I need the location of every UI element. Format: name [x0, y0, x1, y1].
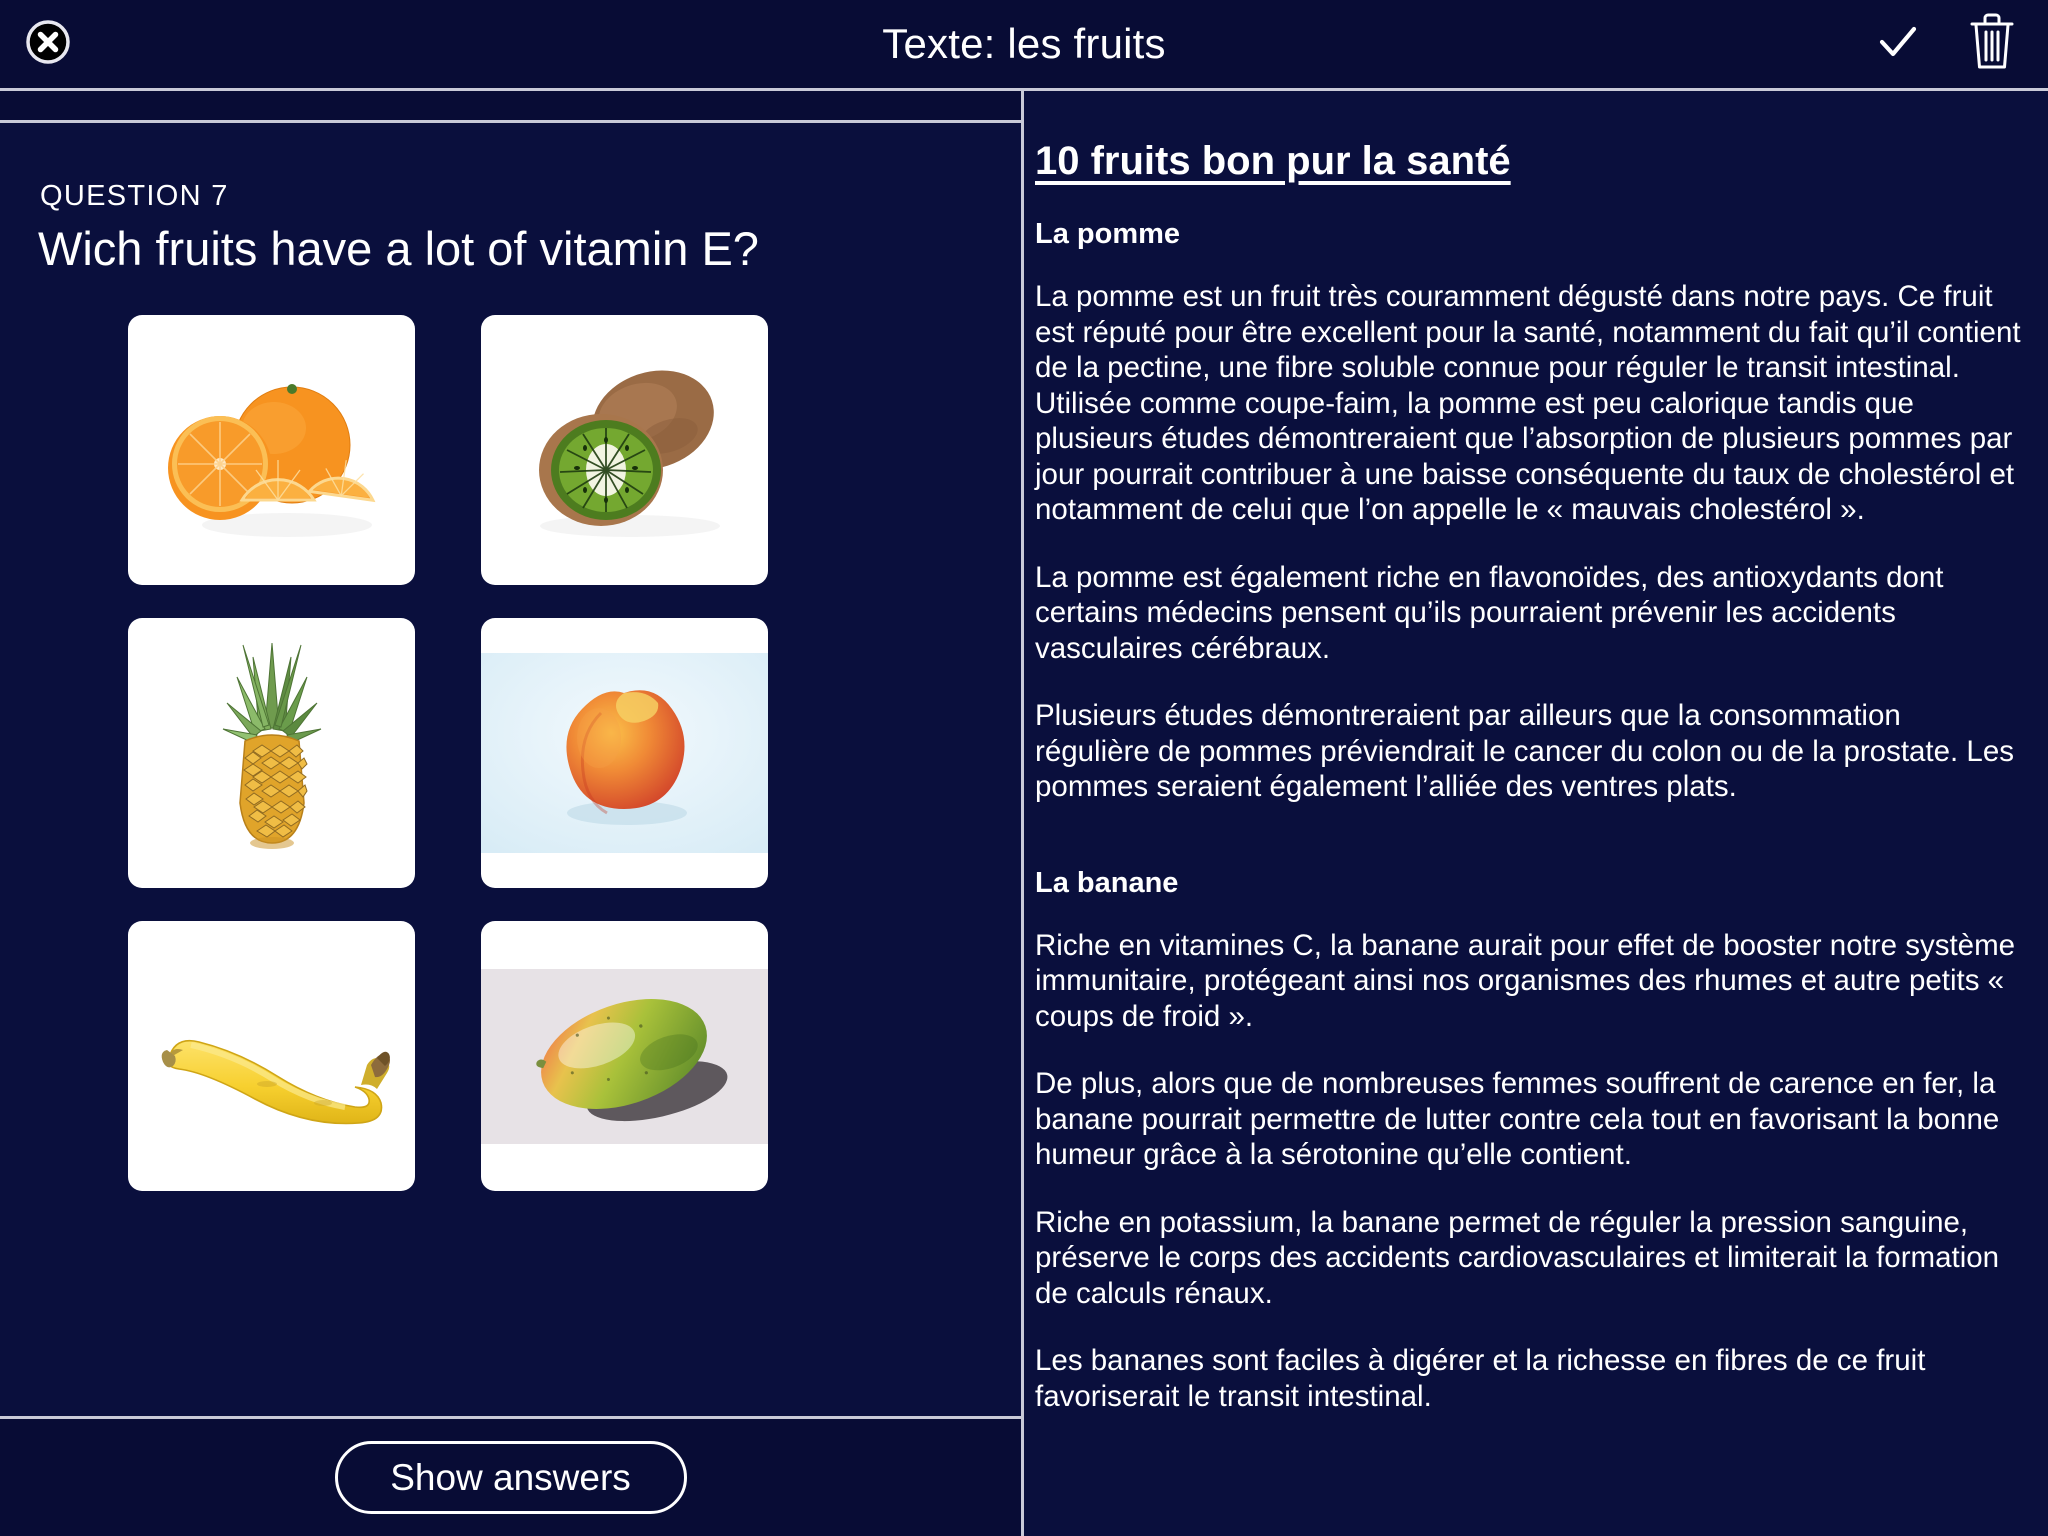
- banana-image: [161, 1039, 390, 1125]
- paragraph: Riche en vitamines C, la banane aurait p…: [1035, 928, 2016, 1033]
- answers-bar: Show answers: [0, 1419, 1021, 1536]
- mango-image: [481, 968, 768, 1144]
- answer-options-grid: [128, 315, 810, 1191]
- close-button[interactable]: [22, 16, 74, 68]
- answer-option-orange[interactable]: [128, 315, 415, 585]
- answer-option-banana[interactable]: [128, 921, 415, 1191]
- paragraph: La pomme est également riche en flavonoï…: [1035, 560, 1944, 665]
- question-text: Wich fruits have a lot of vitamin E?: [38, 222, 759, 275]
- text-document-panel[interactable]: 10 fruits bon pur la santé La pomme La p…: [1024, 91, 2048, 1536]
- trash-icon: [1970, 13, 2014, 69]
- quiz-app-window: Texte: les fruits QUESTION 7 Wich fruits…: [0, 0, 2048, 1536]
- check-icon: [1879, 26, 1917, 57]
- delete-button[interactable]: [1960, 8, 2024, 76]
- peach-image: [481, 653, 768, 853]
- paragraph: Riche en potassium, la banane permet de …: [1035, 1205, 2000, 1310]
- question-panel: QUESTION 7 Wich fruits have a lot of vit…: [0, 123, 1021, 1416]
- document-title: 10 fruits bon pur la santé: [1035, 139, 1511, 183]
- question-number-label: QUESTION 7: [40, 180, 229, 212]
- close-circle-icon: [26, 20, 70, 64]
- confirm-button[interactable]: [1868, 12, 1928, 72]
- app-header: Texte: les fruits: [0, 0, 2048, 88]
- section-heading-banane: La banane: [1035, 866, 1179, 899]
- paragraph: Les bananes sont faciles à digérer et la…: [1035, 1344, 1926, 1413]
- kiwi-image: [538, 370, 720, 537]
- answer-option-peach[interactable]: [481, 618, 768, 888]
- answer-option-kiwi[interactable]: [481, 315, 768, 585]
- section-heading-pomme: La pomme: [1035, 218, 1181, 250]
- answer-option-mango[interactable]: [481, 921, 768, 1191]
- paragraph: La pomme est un fruit très couramment dé…: [1035, 280, 2021, 526]
- pineapple-image: [222, 642, 321, 849]
- paragraph: De plus, alors que de nombreuses femmes …: [1035, 1067, 2000, 1171]
- answer-option-pineapple[interactable]: [128, 618, 415, 888]
- page-title: Texte: les fruits: [882, 20, 1166, 67]
- show-answers-button[interactable]: Show answers: [334, 1441, 687, 1514]
- paragraph: Plusieurs études démontreraient par aill…: [1035, 699, 2014, 803]
- orange-image: [167, 384, 375, 537]
